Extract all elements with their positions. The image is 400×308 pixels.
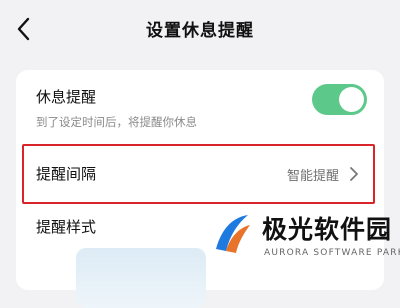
watermark-subtitle: AURORA SOFTWARE PARK: [264, 248, 400, 258]
rest-reminder-description: 到了设定时间后，将提醒你休息: [36, 115, 197, 129]
toggle-knob: [339, 87, 364, 112]
style-section-label: 提醒样式: [36, 218, 97, 236]
interval-value: 智能提醒: [286, 169, 339, 184]
top-bar: 设置休息提醒: [0, 0, 400, 58]
chevron-right-icon: [350, 167, 358, 181]
rest-reminder-toggle[interactable]: [312, 84, 367, 115]
interval-label: 提醒间隔: [36, 165, 97, 183]
page-title: 设置休息提醒: [146, 21, 254, 41]
rest-reminder-title: 休息提醒: [36, 88, 97, 106]
interval-row[interactable]: 提醒间隔 智能提醒: [22, 144, 375, 204]
aurora-logo-icon: [206, 209, 256, 259]
watermark: 极光软件园 AURORA SOFTWARE PARK: [204, 205, 400, 270]
watermark-name: 极光软件园: [262, 215, 393, 244]
style-preview-thumbnail[interactable]: [76, 248, 206, 308]
